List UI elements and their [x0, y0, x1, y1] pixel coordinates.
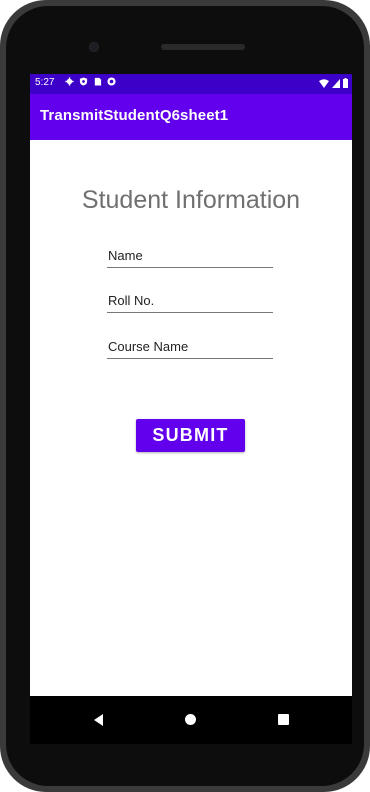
name-placeholder: Name [108, 248, 143, 263]
app-bar: TransmitStudentQ6sheet1 [30, 94, 352, 140]
roll-number-placeholder: Roll No. [108, 293, 155, 308]
navigation-bar [30, 696, 352, 744]
wifi-icon [319, 78, 329, 88]
course-name-placeholder: Course Name [108, 339, 189, 354]
battery-icon [343, 78, 348, 88]
back-icon[interactable] [94, 714, 103, 726]
signal-icon [332, 78, 340, 88]
sd-card-icon [94, 77, 102, 86]
settings-icon [65, 77, 74, 86]
status-bar: 5:27 [30, 74, 352, 94]
front-camera [89, 42, 99, 52]
recents-icon[interactable] [278, 714, 289, 725]
app-title: TransmitStudentQ6sheet1 [40, 107, 229, 124]
earpiece-speaker [161, 44, 245, 50]
status-system-icons [319, 78, 348, 88]
status-time: 5:27 [35, 77, 55, 88]
status-notification-icons [65, 77, 116, 86]
roll-number-field[interactable]: Roll No. [107, 290, 273, 313]
app-screen: 5:27 TransmitStudentQ6sheet1 Student Inf… [30, 74, 352, 696]
page-title: Student Information [81, 186, 301, 214]
name-field[interactable]: Name [107, 245, 273, 268]
notification-icon [107, 77, 116, 86]
home-icon[interactable] [185, 714, 196, 725]
shield-icon [79, 77, 88, 86]
course-name-field[interactable]: Course Name [107, 336, 273, 359]
submit-button[interactable]: SUBMIT [136, 419, 245, 452]
